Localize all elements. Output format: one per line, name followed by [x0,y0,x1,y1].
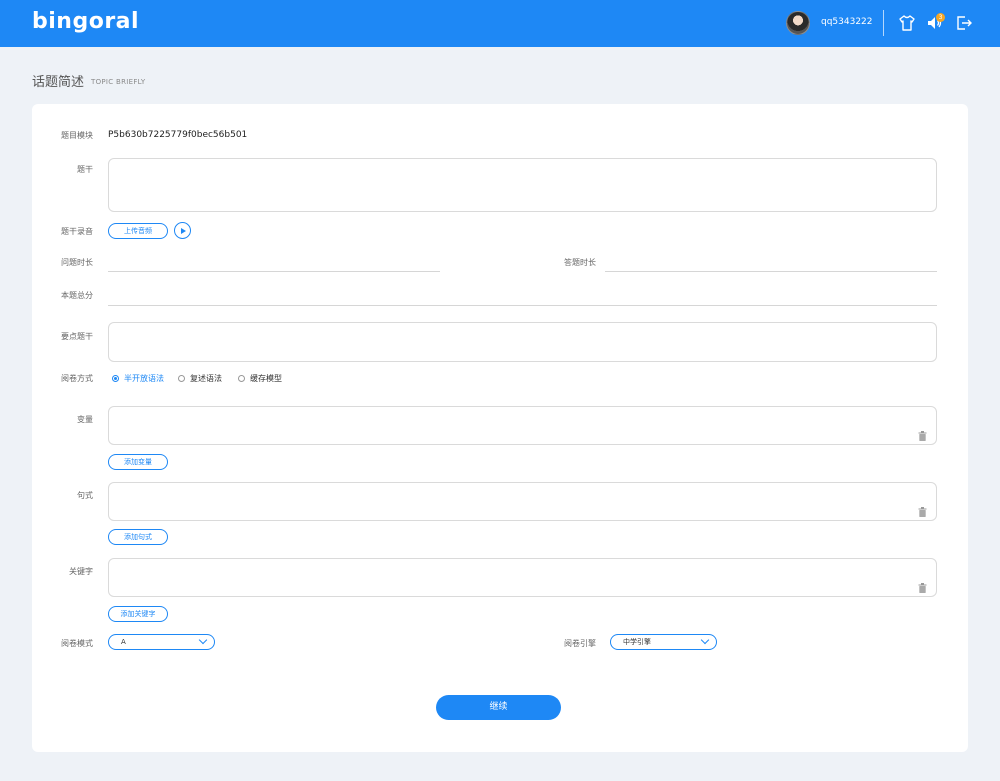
trash-icon[interactable] [918,578,927,593]
module-label: 题目模块 [61,131,93,140]
page-subtitle: TOPIC BRIEFLY [91,78,146,86]
radio-dot [112,375,119,382]
username[interactable]: qq5343222 [821,17,873,27]
keywords-textarea[interactable] [108,558,937,597]
grading-mode-select[interactable]: A [108,634,215,650]
keywords-label: 关键字 [69,567,93,576]
logout-icon[interactable] [955,14,973,32]
top-header: bingoral qq5343222 3 [0,0,1000,47]
question-duration-label: 问题时长 [61,258,93,267]
grading-engine-select[interactable]: 中学引擎 [610,634,717,650]
page-title: 话题简述 [32,75,85,90]
total-score-label: 本题总分 [61,291,93,300]
sentence-pattern-label: 句式 [77,491,93,500]
radio-cache-model[interactable]: 缓存模型 [238,373,282,384]
chevron-down-icon [700,635,710,645]
module-value: P5b630b7225779f0bec56b501 [108,130,248,140]
variables-label: 变量 [77,415,93,424]
key-points-textarea[interactable] [108,322,937,362]
grading-mode-value: A [121,638,126,646]
variables-textarea[interactable] [108,406,937,445]
radio-label: 缓存模型 [250,374,282,383]
radio-semi-open-grammar[interactable]: 半开放语法 [112,373,164,384]
notification-badge: 3 [936,13,945,22]
grading-method-label: 阅卷方式 [61,374,93,383]
question-duration-input[interactable] [108,271,440,272]
upload-audio-button[interactable]: 上传音频 [108,223,168,239]
radio-label: 半开放语法 [124,374,164,383]
radio-dot [238,375,245,382]
grading-engine-value: 中学引擎 [623,638,651,646]
grading-mode-label: 阅卷模式 [61,639,93,648]
grading-engine-label: 阅卷引擎 [564,639,596,648]
trash-icon[interactable] [918,426,927,441]
continue-button[interactable]: 继续 [436,695,561,720]
logo: bingoral [32,9,140,34]
add-variable-button[interactable]: 添加变量 [108,454,168,470]
add-sentence-pattern-button[interactable]: 添加句式 [108,529,168,545]
shirt-icon[interactable] [898,14,916,32]
play-icon[interactable] [174,222,191,239]
stem-textarea[interactable] [108,158,937,212]
radio-retell-grammar[interactable]: 复述语法 [178,373,222,384]
total-score-input[interactable] [108,305,937,306]
header-divider [883,10,884,36]
chevron-down-icon [198,635,208,645]
stem-label: 题干 [77,165,93,174]
add-keyword-button[interactable]: 添加关键字 [108,606,168,622]
answer-duration-label: 答题时长 [564,258,596,267]
trash-icon[interactable] [918,502,927,517]
key-points-label: 要点题干 [61,332,93,341]
radio-label: 复述语法 [190,374,222,383]
stem-audio-label: 题干录音 [61,227,93,236]
avatar[interactable] [786,11,810,35]
answer-duration-input[interactable] [605,271,937,272]
radio-dot [178,375,185,382]
sentence-pattern-textarea[interactable] [108,482,937,521]
